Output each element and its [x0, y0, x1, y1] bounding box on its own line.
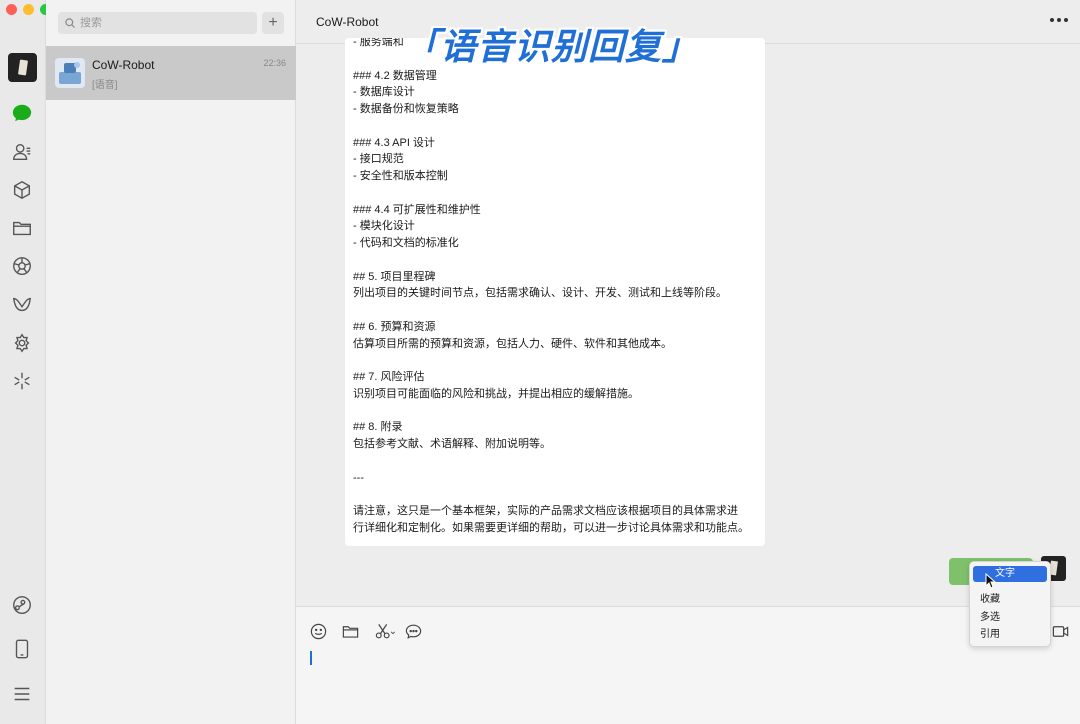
message-input-area: ⌄ [296, 606, 1080, 724]
icon-rail [0, 0, 51, 724]
close-window-button[interactable] [6, 4, 17, 15]
robot-avatar [55, 58, 85, 88]
message-line [353, 118, 763, 135]
message-line: ## 6. 预算和资源 [353, 320, 436, 333]
message-line [353, 352, 763, 369]
message-line: 行详细化和定制化。如果需要更详细的帮助，可以进一步讨论具体需求和功能点。 [353, 521, 749, 534]
message-line: 请注意，这只是一个基本框架，实际的产品需求文档应该根据项目的具体需求进 [353, 505, 738, 517]
message-line: - 模块化设计 [353, 220, 415, 233]
conversation-name: CoW-Robot [92, 58, 155, 72]
file-folder-icon[interactable] [340, 621, 360, 641]
more-options-icon[interactable] [1050, 18, 1068, 24]
message-line: 包括参考文献、术语解释、附加说明等。 [353, 438, 551, 450]
minimize-window-button[interactable] [23, 4, 34, 15]
channels-icon[interactable] [11, 293, 33, 315]
conversation-time: 22:36 [263, 58, 286, 68]
search-icon [65, 18, 75, 28]
message-bubble[interactable]: - 服务端和 ### 4.2 数据管理 - 数据库设计 - 数据备份和恢复策略 ### … [345, 38, 765, 546]
message-line: - 数据备份和恢复策略 [353, 103, 459, 115]
search-discover-icon[interactable] [11, 370, 33, 392]
contacts-icon[interactable] [11, 141, 33, 163]
menu-item-quote[interactable]: 引用 [980, 627, 1000, 643]
message-text: - 服务端和 ### 4.2 数据管理 - 数据库设计 - 数据备份和恢复策略 ### … [353, 38, 763, 537]
mouse-cursor-icon [985, 573, 997, 589]
moments-icon[interactable] [11, 255, 33, 277]
user-avatar[interactable] [8, 53, 37, 82]
video-caption: 「语音识别回复」 [403, 26, 700, 67]
window-controls [6, 4, 51, 15]
menu-icon[interactable] [11, 683, 33, 705]
mobile-icon[interactable] [11, 638, 33, 660]
emoji-icon[interactable] [308, 621, 328, 641]
chat-title: CoW-Robot [316, 15, 379, 29]
folder-icon[interactable] [11, 217, 33, 239]
search-box[interactable] [58, 12, 257, 34]
message-line: - 数据库设计 [353, 86, 415, 99]
message-input[interactable] [316, 647, 1056, 717]
message-line [353, 403, 763, 420]
search-input[interactable] [80, 17, 250, 29]
menu-item-multiselect[interactable]: 多选 [980, 610, 1000, 626]
message-line: ## 8. 附录 [353, 421, 403, 434]
message-line: ## 5. 项目里程碑 [353, 270, 436, 283]
text-caret [310, 651, 312, 665]
cube-icon[interactable] [11, 179, 33, 201]
message-line [353, 185, 763, 202]
message-line [353, 453, 763, 470]
message-line: 估算项目所需的预算和资源，包括人力、硬件、软件和其他成本。 [353, 337, 672, 350]
menu-item-favorite[interactable]: 收藏 [980, 592, 1000, 608]
message-line: ### 4.4 可扩展性和维护性 [353, 203, 481, 216]
phone-link-icon[interactable] [11, 594, 33, 616]
message-line: 列出项目的关键时间节点，包括需求确认、设计、开发、测试和上线等阶段。 [353, 287, 727, 300]
message-line: 识别项目可能面临的风险和挑战，并提出相应的缓解措施。 [353, 387, 639, 400]
context-menu: 文字 收藏 多选 引用 [969, 561, 1051, 647]
conversation-preview: [语音] [92, 80, 118, 91]
message-line: - 安全性和版本控制 [353, 170, 448, 182]
chat-area: CoW-Robot - 服务端和 ### 4.2 数据管理 - 数据库设计 - 数据备… [296, 0, 1080, 724]
screenshot-options-chevron-icon[interactable]: ⌄ [388, 621, 398, 641]
message-line: ### 4.3 API 设计 [353, 136, 435, 149]
message-line: ## 7. 风险评估 [353, 371, 425, 383]
mini-program-icon[interactable] [11, 332, 33, 354]
video-call-icon[interactable] [1050, 621, 1070, 641]
conversation-item[interactable]: CoW-Robot 22:36 [语音] [46, 46, 296, 100]
message-line [353, 302, 763, 319]
message-line [353, 486, 763, 503]
message-line: --- [353, 471, 364, 484]
message-line [353, 252, 763, 269]
message-line: ### 4.2 数据管理 [353, 69, 437, 82]
message-line: - 接口规范 [353, 153, 404, 166]
chat-icon[interactable] [11, 102, 33, 124]
chat-history-icon[interactable] [403, 621, 423, 641]
add-button[interactable]: + [262, 12, 284, 34]
conversation-list-panel: + CoW-Robot 22:36 [语音] [46, 0, 296, 724]
message-line: - 代码和文档的标准化 [353, 237, 459, 249]
